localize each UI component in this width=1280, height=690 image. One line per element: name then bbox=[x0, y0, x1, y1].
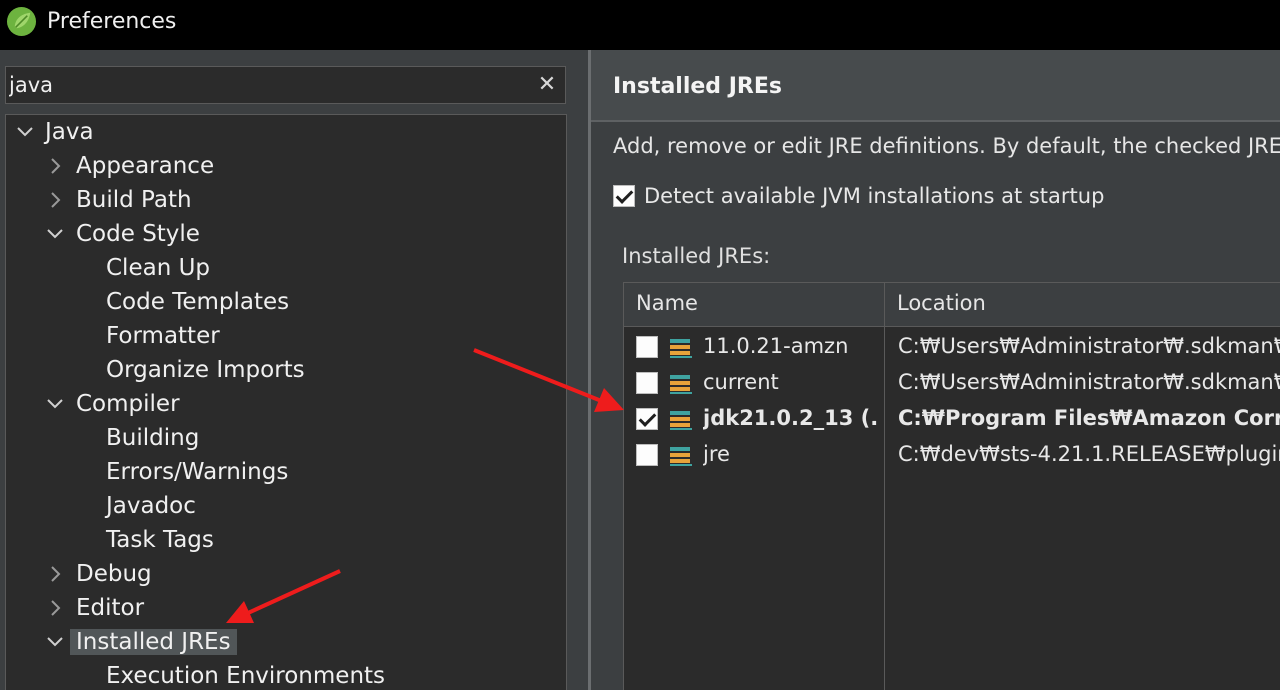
preferences-navigation: ✕ Java Appearance Build Path Code Style … bbox=[0, 50, 588, 690]
jre-name: 11.0.21-amzn bbox=[703, 334, 849, 358]
chevron-down-icon[interactable] bbox=[44, 223, 66, 245]
window-title: Preferences bbox=[47, 9, 177, 34]
tree-item-formatter[interactable]: Formatter bbox=[6, 319, 566, 353]
page-title: Installed JREs bbox=[613, 74, 782, 99]
tree-item-code-style[interactable]: Code Style bbox=[6, 217, 566, 251]
tree-item-label: Javadoc bbox=[106, 493, 196, 519]
tree-item-label: Code Style bbox=[76, 221, 200, 247]
tree-item-build-path[interactable]: Build Path bbox=[6, 183, 566, 217]
jre-location: C:₩Users₩Administrator₩.sdkman₩ca bbox=[898, 370, 1280, 394]
filter-input[interactable] bbox=[6, 67, 526, 103]
tree-item-label: Errors/Warnings bbox=[106, 459, 289, 485]
jre-name: jre bbox=[703, 442, 730, 466]
tree-item-label: Organize Imports bbox=[106, 357, 305, 383]
title-bar: Preferences bbox=[0, 0, 1280, 50]
column-header-name[interactable]: Name bbox=[636, 291, 698, 315]
tree-item-task-tags[interactable]: Task Tags bbox=[6, 523, 566, 557]
table-row[interactable]: jdk21.0.2_13 (... C:₩Program Files₩Amazo… bbox=[624, 402, 1280, 438]
tree-item-label-selected: Installed JREs bbox=[70, 629, 237, 655]
filter-box: ✕ bbox=[5, 66, 566, 104]
tree-item-label: Building bbox=[106, 425, 200, 451]
tree-item-label: Execution Environments bbox=[106, 663, 386, 689]
jre-location: C:₩Users₩Administrator₩.sdkman₩ca bbox=[898, 334, 1280, 358]
column-header-location[interactable]: Location bbox=[897, 291, 986, 315]
page-description: Add, remove or edit JRE definitions. By … bbox=[613, 134, 1280, 158]
tree-item-label: Clean Up bbox=[106, 255, 211, 281]
tree-item-debug[interactable]: Debug bbox=[6, 557, 566, 591]
jre-checkbox[interactable] bbox=[636, 336, 658, 358]
jre-checkbox[interactable] bbox=[636, 444, 658, 466]
jre-location: C:₩dev₩sts-4.21.1.RELEASE₩plugins₩ bbox=[898, 442, 1280, 466]
jre-library-icon bbox=[670, 375, 692, 394]
chevron-down-icon[interactable] bbox=[44, 393, 66, 415]
detect-jvm-checkbox-row[interactable]: Detect available JVM installations at st… bbox=[613, 182, 1104, 210]
tree-item-installed-jres[interactable]: Installed JREs bbox=[6, 625, 566, 659]
jre-library-icon bbox=[670, 339, 692, 358]
tree-item-label: Formatter bbox=[106, 323, 220, 349]
tree-item-label: Appearance bbox=[76, 153, 215, 179]
clear-filter-icon[interactable]: ✕ bbox=[535, 73, 559, 97]
table-header: Name Location bbox=[624, 283, 1280, 327]
jre-table: Name Location 11.0.21-amzn C:₩Users₩Admi… bbox=[623, 282, 1280, 690]
tree-item-label: Task Tags bbox=[106, 527, 214, 553]
jre-name: current bbox=[703, 370, 779, 394]
tree-item-label: Editor bbox=[76, 595, 145, 621]
chevron-right-icon[interactable] bbox=[44, 563, 66, 585]
page-header: Installed JREs bbox=[591, 50, 1280, 122]
tree-item-label: Code Templates bbox=[106, 289, 290, 315]
tree-item-label: Compiler bbox=[76, 391, 180, 417]
table-row[interactable]: 11.0.21-amzn C:₩Users₩Administrator₩.sdk… bbox=[624, 330, 1280, 366]
chevron-down-icon[interactable] bbox=[44, 631, 66, 653]
tree-item-building[interactable]: Building bbox=[6, 421, 566, 455]
jre-library-icon bbox=[670, 411, 692, 430]
chevron-right-icon[interactable] bbox=[44, 155, 66, 177]
tree-item-java[interactable]: Java bbox=[6, 115, 566, 149]
chevron-right-icon[interactable] bbox=[44, 189, 66, 211]
table-row[interactable]: current C:₩Users₩Administrator₩.sdkman₩c… bbox=[624, 366, 1280, 402]
installed-jres-label: Installed JREs: bbox=[622, 244, 771, 268]
tree-item-javadoc[interactable]: Javadoc bbox=[6, 489, 566, 523]
spring-leaf-icon bbox=[6, 6, 37, 37]
preferences-tree: Java Appearance Build Path Code Style Cl… bbox=[5, 114, 567, 690]
jre-checkbox[interactable] bbox=[636, 408, 658, 430]
tree-item-clean-up[interactable]: Clean Up bbox=[6, 251, 566, 285]
tree-item-label: Java bbox=[45, 119, 94, 145]
tree-item-label: Debug bbox=[76, 561, 152, 587]
tree-item-errors-warnings[interactable]: Errors/Warnings bbox=[6, 455, 566, 489]
chevron-down-icon[interactable] bbox=[14, 121, 36, 143]
tree-item-execution-environments[interactable]: Execution Environments bbox=[6, 659, 566, 690]
detect-jvm-label: Detect available JVM installations at st… bbox=[644, 184, 1105, 208]
tree-item-organize-imports[interactable]: Organize Imports bbox=[6, 353, 566, 387]
jre-library-icon bbox=[670, 447, 692, 466]
preference-page: Installed JREs Add, remove or edit JRE d… bbox=[591, 50, 1280, 690]
jre-checkbox[interactable] bbox=[636, 372, 658, 394]
tree-item-editor[interactable]: Editor bbox=[6, 591, 566, 625]
table-row[interactable]: jre C:₩dev₩sts-4.21.1.RELEASE₩plugins₩ bbox=[624, 438, 1280, 474]
tree-item-label: Build Path bbox=[76, 187, 192, 213]
jre-location: C:₩Program Files₩Amazon Corrett bbox=[898, 406, 1280, 430]
detect-jvm-checkbox[interactable] bbox=[613, 185, 635, 207]
jre-name: jdk21.0.2_13 (... bbox=[703, 406, 878, 430]
tree-item-code-templates[interactable]: Code Templates bbox=[6, 285, 566, 319]
tree-item-compiler[interactable]: Compiler bbox=[6, 387, 566, 421]
tree-item-appearance[interactable]: Appearance bbox=[6, 149, 566, 183]
chevron-right-icon[interactable] bbox=[44, 597, 66, 619]
